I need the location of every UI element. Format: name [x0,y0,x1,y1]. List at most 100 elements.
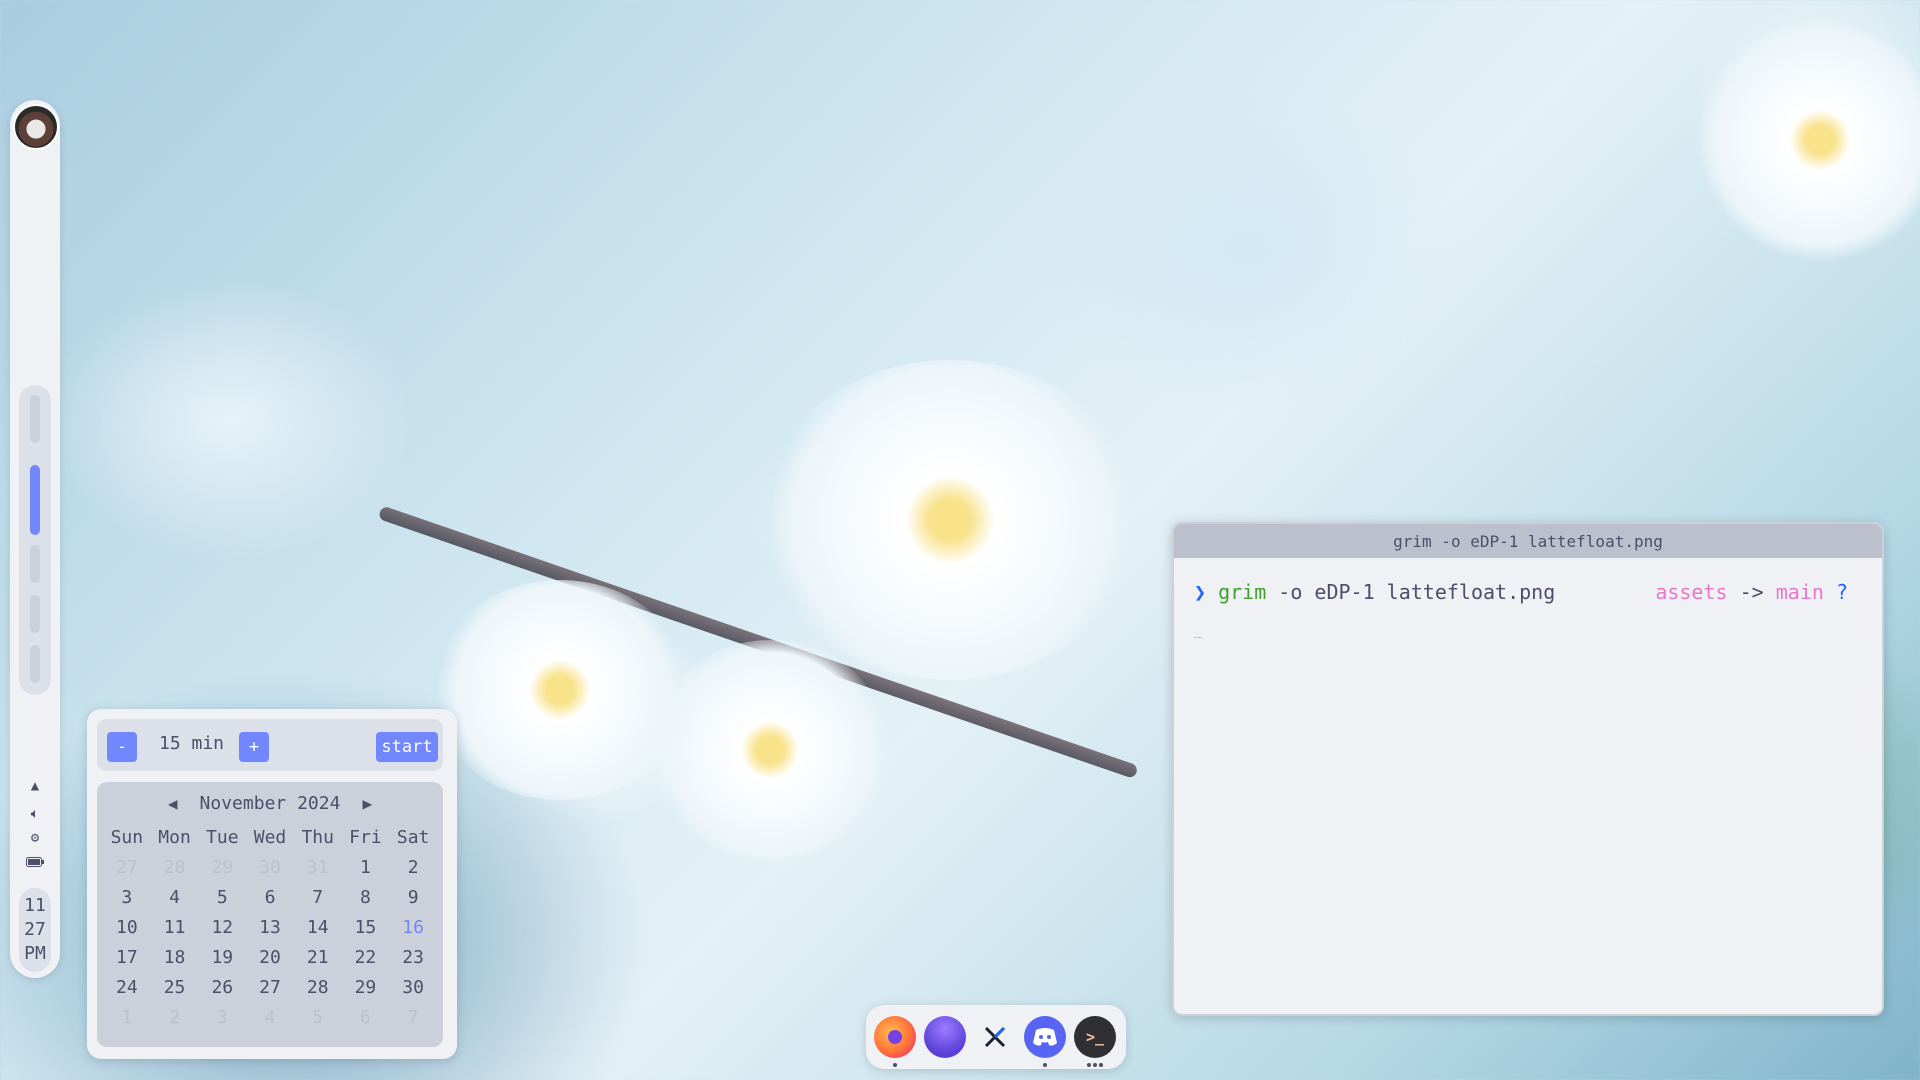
firefox-icon[interactable] [874,1016,916,1058]
timer-increase-button[interactable]: + [239,732,269,762]
prompt-symbol: ❯ [1194,580,1207,604]
timer-calendar-widget: - 15 min + start ◀ November 2024 ▶ Sun Mo… [87,709,457,1059]
dock: >_ [866,1005,1126,1069]
calendar-month-label: November 2024 [199,792,341,814]
app-running-dot [1087,1063,1091,1067]
calendar-day[interactable]: 13 [246,912,294,942]
weekday-header: Sun [110,826,144,848]
calendar-day[interactable]: 2 [151,1002,199,1032]
calendar-day[interactable]: 11 [151,912,199,942]
app-running-dot [1093,1063,1097,1067]
command-name: grim [1218,580,1267,604]
timer-bar: - 15 min + start [97,719,443,771]
workspace-3[interactable] [30,545,40,583]
git-arrow: -> [1727,580,1776,604]
prev-month-icon[interactable]: ◀ [168,794,178,813]
calendar-day[interactable]: 21 [294,942,342,972]
calendar-day[interactable]: 28 [294,972,342,1002]
wallpaper-flower [760,360,1140,680]
workspace-2[interactable] [30,465,40,535]
calendar-day[interactable]: 29 [342,972,390,1002]
calendar-day[interactable]: 14 [294,912,342,942]
timer-duration: 15 min [159,733,225,754]
calendar-day[interactable]: 15 [342,912,390,942]
command-args: -o eDP-1 lattefloat.png [1266,580,1556,604]
timer-start-button[interactable]: start [376,732,438,762]
terminal-cursor: _ [1194,622,1203,638]
calendar-day[interactable]: 6 [246,882,294,912]
calendar-day[interactable]: 7 [389,1002,437,1032]
git-branch: main [1775,580,1824,604]
calendar-day[interactable]: 6 [342,1002,390,1032]
terminal-glyph: >_ [1085,1028,1105,1046]
wallpaper-flower [650,640,890,860]
clock-minute: 27 [24,919,46,940]
calendar-day[interactable]: 31 [294,852,342,882]
volume-icon[interactable]: 🔈︎ [19,803,51,825]
next-month-icon[interactable]: ▶ [362,794,372,813]
calendar-day[interactable]: 10 [103,912,151,942]
weekday-header: Tue [206,826,239,848]
calendar-day[interactable]: 27 [246,972,294,1002]
calendar-day-today[interactable]: 16 [389,912,437,942]
app-icon[interactable] [924,1016,966,1058]
calendar-day[interactable]: 2 [389,852,437,882]
weekday-header: Wed [253,826,287,848]
avatar[interactable] [13,104,59,150]
calendar-day[interactable]: 18 [151,942,199,972]
calendar-day[interactable]: 8 [342,882,390,912]
calendar-day[interactable]: 5 [198,882,246,912]
calendar-day[interactable]: 29 [198,852,246,882]
code-icon[interactable] [974,1016,1016,1058]
calendar-day[interactable]: 19 [198,942,246,972]
calendar-day[interactable]: 9 [389,882,437,912]
app-running-dot [893,1063,897,1067]
workspace-5[interactable] [30,645,40,683]
git-dir: assets [1655,580,1728,604]
clock-period: PM [24,943,46,964]
git-flag: ? [1823,580,1848,604]
calendar-day[interactable]: 24 [103,972,151,1002]
weekday-header: Mon [158,826,191,848]
calendar-day[interactable]: 20 [246,942,294,972]
timer-decrease-button[interactable]: - [107,732,137,762]
calendar-header: ◀ November 2024 ▶ [97,788,443,818]
terminal-window[interactable]: grim -o eDP-1 lattefloat.png ❯ grim -o e… [1172,522,1884,1016]
tray-expand-icon[interactable]: ▲ [19,775,51,797]
calendar-day[interactable]: 1 [342,852,390,882]
battery-icon[interactable] [19,851,51,873]
calendar-day[interactable]: 30 [389,972,437,1002]
calendar-day[interactable]: 3 [198,1002,246,1032]
calendar-day[interactable]: 30 [246,852,294,882]
clock[interactable]: 11 27 PM [19,888,51,972]
calendar-day[interactable]: 28 [151,852,199,882]
weekday-header: Sat [396,826,430,848]
calendar-day[interactable]: 3 [103,882,151,912]
calendar-day[interactable]: 25 [151,972,199,1002]
git-status: assets -> main ? [1655,580,1848,604]
calendar-day[interactable]: 1 [103,1002,151,1032]
calendar-day[interactable]: 26 [198,972,246,1002]
calendar-day[interactable]: 27 [103,852,151,882]
calendar-day[interactable]: 12 [198,912,246,942]
workspace-1[interactable] [30,395,40,443]
clock-hour: 11 [24,895,46,916]
calendar-day[interactable]: 7 [294,882,342,912]
calendar: ◀ November 2024 ▶ Sun Mon Tue Wed Thu Fri Sat 2… [97,782,443,1047]
calendar-day[interactable]: 4 [246,1002,294,1032]
calendar-day[interactable]: 23 [389,942,437,972]
discord-icon[interactable] [1024,1016,1066,1058]
weekday-header: Thu [301,826,334,848]
workspace-4[interactable] [30,595,40,633]
wallpaper-flower [1700,20,1920,260]
terminal-prompt-line: ❯ grim -o eDP-1 lattefloat.png assets -> … [1194,580,1864,608]
calendar-day[interactable]: 22 [342,942,390,972]
calendar-day[interactable]: 5 [294,1002,342,1032]
calendar-grid: Sun Mon Tue Wed Thu Fri Sat 27 28 29 30 31 1 2 3 4 5 6 7 8 9… [103,822,437,1040]
weekday-header: Fri [349,826,382,848]
settings-icon[interactable]: ⚙ [19,827,51,849]
calendar-day[interactable]: 4 [151,882,199,912]
app-running-dot [1043,1063,1047,1067]
terminal-icon[interactable]: >_ [1074,1016,1116,1058]
calendar-day[interactable]: 17 [103,942,151,972]
